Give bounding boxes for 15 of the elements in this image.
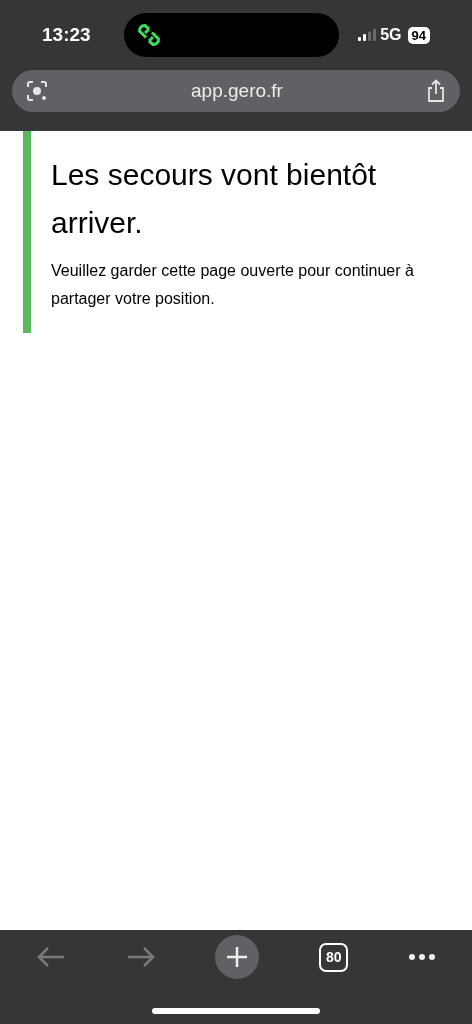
share-icon[interactable]: [426, 79, 446, 103]
battery-indicator: 94: [407, 26, 430, 44]
network-label: 5G: [380, 25, 402, 45]
new-tab-button[interactable]: [215, 935, 260, 979]
lens-icon[interactable]: [26, 80, 48, 102]
tab-count-button[interactable]: 80: [319, 942, 349, 972]
notice-title: Les secours vont bientôt arriver.: [51, 157, 378, 241]
plus-icon: [226, 946, 249, 968]
status-time: 13:23: [42, 22, 92, 47]
address-bar[interactable]: app.gero.fr: [12, 70, 460, 112]
linked-rings-icon: [136, 22, 162, 48]
url-text: app.gero.fr: [190, 78, 284, 103]
notice-message: Veuillez garder cette page ouverte pour continuer à partager votre position.: [51, 261, 415, 309]
more-icon[interactable]: [408, 953, 437, 961]
signal-icon: [358, 29, 377, 41]
